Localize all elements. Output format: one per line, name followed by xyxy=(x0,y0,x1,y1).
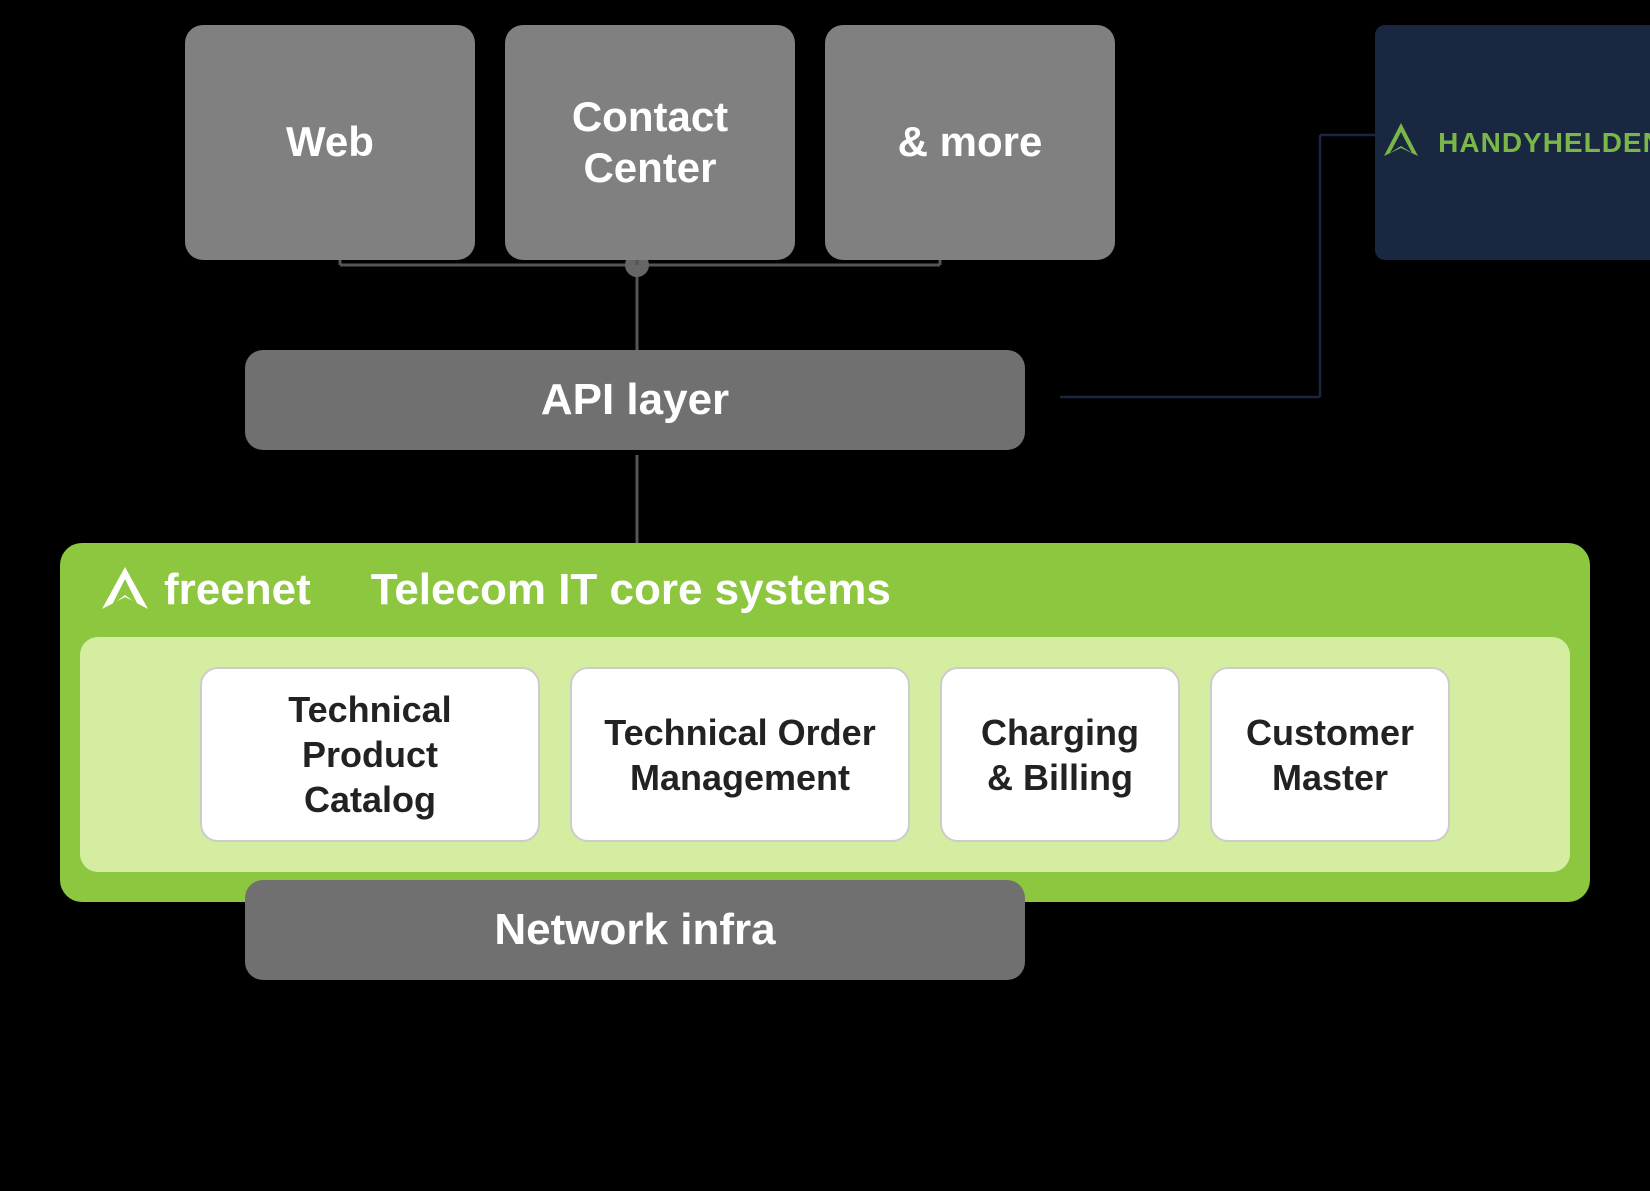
network-infra-label: Network infra xyxy=(494,905,775,955)
api-layer-box: API layer xyxy=(245,350,1025,450)
core-systems-outer: freenet Telecom IT core systems Technica… xyxy=(60,543,1590,902)
handyhelden-box: HANDYHELDEN xyxy=(1375,25,1650,260)
freenet-icon xyxy=(100,565,150,615)
technical-product-catalog-label: Technical ProductCatalog xyxy=(222,687,518,822)
core-systems-section: freenet Telecom IT core systems Technica… xyxy=(60,543,1590,902)
freenet-text: freenet xyxy=(164,565,311,615)
network-infra-container: Network infra xyxy=(245,880,1025,980)
charging-billing-label: Charging& Billing xyxy=(981,710,1139,800)
customer-master-label: CustomerMaster xyxy=(1246,710,1414,800)
handyhelden-text: HANDYHELDEN xyxy=(1438,127,1650,159)
core-systems-title: Telecom IT core systems xyxy=(371,565,891,615)
network-infra-box: Network infra xyxy=(245,880,1025,980)
freenet-logo: freenet xyxy=(100,565,311,615)
core-systems-header: freenet Telecom IT core systems xyxy=(60,543,1590,637)
handyhelden-logo: HANDYHELDEN xyxy=(1376,118,1650,168)
technical-product-catalog-box: Technical ProductCatalog xyxy=(200,667,540,842)
core-systems-inner: Technical ProductCatalog Technical Order… xyxy=(80,637,1570,872)
customer-master-box: CustomerMaster xyxy=(1210,667,1450,842)
architecture-diagram: Web ContactCenter & more HANDYHELDEN API… xyxy=(0,0,1650,1191)
charging-billing-box: Charging& Billing xyxy=(940,667,1180,842)
technical-order-management-label: Technical OrderManagement xyxy=(604,710,875,800)
more-label: & more xyxy=(898,117,1043,167)
web-channel-box: Web xyxy=(185,25,475,260)
more-box: & more xyxy=(825,25,1115,260)
api-layer-label: API layer xyxy=(541,375,729,425)
api-layer-container: API layer xyxy=(245,350,1025,450)
web-label: Web xyxy=(286,117,374,167)
handyhelden-icon xyxy=(1376,118,1426,168)
contact-center-label: ContactCenter xyxy=(572,92,728,193)
contact-center-box: ContactCenter xyxy=(505,25,795,260)
technical-order-management-box: Technical OrderManagement xyxy=(570,667,910,842)
